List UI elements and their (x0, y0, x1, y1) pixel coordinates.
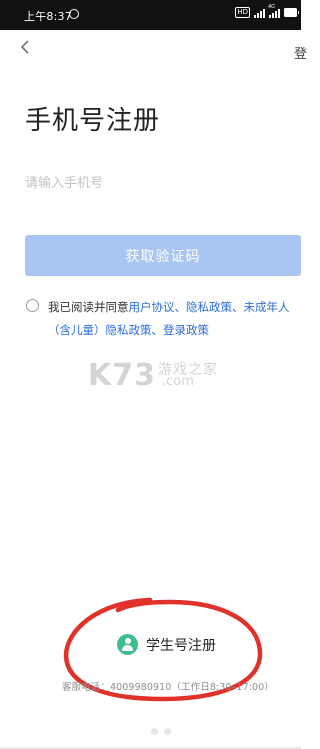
privacy-policy-link[interactable]: 隐私政策 (186, 300, 232, 314)
watermark-domain: .com (162, 374, 194, 389)
user-agreement-link[interactable]: 用户协议 (129, 300, 175, 314)
agreement-text: 我已阅读并同意用户协议、隐私政策、未成年人 （含儿童）隐私政策、登录政策 (48, 296, 301, 342)
agreement-prefix: 我已阅读并同意 (48, 300, 129, 314)
network-type-label: 4G (268, 4, 276, 10)
phone-number-input[interactable] (25, 170, 301, 196)
page-title: 手机号注册 (25, 106, 161, 136)
signal-strength-icon (254, 7, 265, 18)
battery-icon (284, 8, 299, 17)
page-indicator (151, 728, 171, 735)
get-verification-code-button[interactable]: 获取验证码 (25, 235, 301, 276)
minor-privacy-link-part1[interactable]: 未成年人 (244, 300, 290, 314)
back-arrow-icon[interactable] (18, 40, 32, 54)
watermark-logo: K73 (88, 358, 156, 393)
agreement-separator: 、 (232, 300, 244, 314)
minor-privacy-link-part2[interactable]: （含儿童）隐私政策 (48, 323, 152, 337)
alarm-clock-icon (69, 9, 79, 19)
agreement-checkbox[interactable] (26, 299, 39, 312)
agreement-separator: 、 (151, 323, 164, 337)
status-bar: 上午8:37 HD 4G (0, 0, 301, 30)
customer-service-phone: 客服电话：4009980910（工作日8:30–17:00） (62, 682, 274, 693)
hd-voice-icon: HD (235, 7, 250, 18)
student-register-label: 学生号注册 (146, 637, 216, 654)
login-link[interactable]: 登 (294, 43, 307, 62)
signal-strength-4g-icon: 4G (268, 4, 280, 18)
watermark: K73 游戏之家 .com (88, 358, 217, 393)
agreement-separator: 、 (174, 300, 187, 314)
status-time: 上午8:37 (24, 10, 72, 23)
student-avatar-icon (117, 634, 138, 655)
student-register-button[interactable]: 学生号注册 (117, 634, 216, 655)
status-indicators: HD 4G (235, 4, 299, 18)
login-policy-link[interactable]: 登录政策 (163, 323, 209, 337)
